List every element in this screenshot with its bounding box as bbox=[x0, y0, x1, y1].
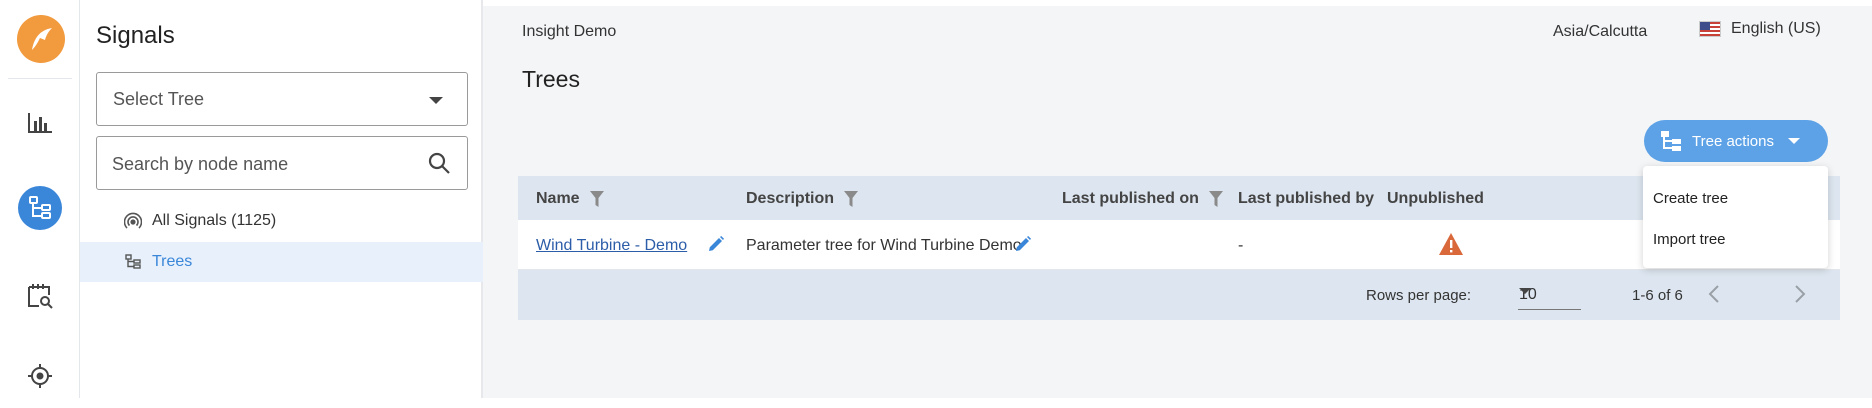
tree-icon bbox=[1660, 130, 1682, 152]
breadcrumb[interactable]: Insight Demo bbox=[522, 23, 616, 41]
column-label: Description bbox=[746, 190, 835, 207]
search-icon[interactable] bbox=[427, 151, 451, 180]
page-title: Trees bbox=[522, 66, 580, 92]
main-content: Insight Demo Asia/Calcutta English (US) … bbox=[483, 6, 1872, 398]
sidebar-item-all-signals[interactable]: All Signals (1125) bbox=[80, 201, 483, 241]
tree-description: Parameter tree for Wind Turbine Demo bbox=[746, 237, 1022, 254]
signal-icon bbox=[124, 212, 142, 230]
chevron-down-icon bbox=[429, 97, 443, 104]
target-icon[interactable] bbox=[18, 354, 62, 398]
column-header-last-published-by[interactable]: Last published by bbox=[1238, 190, 1374, 208]
filter-icon[interactable] bbox=[1208, 191, 1223, 207]
rows-per-page-label: Rows per page: bbox=[1366, 287, 1472, 304]
edit-description-icon[interactable] bbox=[1015, 236, 1031, 257]
column-label: Name bbox=[536, 190, 580, 207]
sidebar-item-trees[interactable]: Trees bbox=[80, 242, 483, 282]
tree-icon[interactable] bbox=[18, 186, 62, 230]
timezone-label[interactable]: Asia/Calcutta bbox=[1553, 23, 1647, 41]
bar-chart-icon[interactable] bbox=[18, 101, 62, 145]
chevron-right-icon[interactable] bbox=[1794, 284, 1806, 309]
column-header-last-published-on[interactable]: Last published on bbox=[1062, 190, 1223, 208]
select-tree-dropdown[interactable]: Select Tree bbox=[96, 72, 468, 126]
calendar-search-icon[interactable] bbox=[18, 274, 62, 318]
column-label: Last published on bbox=[1062, 190, 1199, 207]
sidebar-item-label: All Signals (1125) bbox=[152, 212, 277, 229]
rows-per-page-select[interactable]: 10 bbox=[1518, 280, 1581, 310]
search-node-field[interactable] bbox=[96, 136, 468, 190]
signals-panel: Signals Select Tree All Signals (1125) T… bbox=[80, 0, 483, 398]
sidebar-item-label: Trees bbox=[152, 253, 193, 270]
warning-icon[interactable] bbox=[1438, 232, 1464, 261]
filter-icon[interactable] bbox=[589, 191, 604, 207]
table-pagination: Rows per page: 10 1-6 of 6 bbox=[518, 270, 1840, 320]
chevron-left-icon[interactable] bbox=[1708, 284, 1720, 309]
tree-name-link[interactable]: Wind Turbine - Demo bbox=[536, 237, 687, 255]
table-row[interactable]: Wind Turbine - Demo Parameter tree for W… bbox=[518, 220, 1840, 270]
column-header-description[interactable]: Description bbox=[746, 190, 859, 208]
column-header-name[interactable]: Name bbox=[536, 190, 604, 208]
chevron-down-icon bbox=[1519, 288, 1531, 294]
language-selector[interactable]: English (US) bbox=[1699, 20, 1821, 38]
last-published-by-value: - bbox=[1238, 237, 1244, 254]
menu-item-import-tree[interactable]: Import tree bbox=[1653, 231, 1726, 248]
menu-item-create-tree[interactable]: Create tree bbox=[1653, 190, 1728, 207]
table-header: Name Description Last published on Last … bbox=[518, 176, 1840, 220]
rail-divider bbox=[8, 78, 72, 79]
edit-name-icon[interactable] bbox=[708, 236, 724, 257]
tree-icon bbox=[124, 253, 142, 271]
column-header-unpublished[interactable]: Unpublished bbox=[1387, 190, 1484, 208]
app-logo-icon[interactable] bbox=[17, 15, 65, 63]
search-input[interactable] bbox=[112, 151, 412, 177]
language-label: English (US) bbox=[1731, 20, 1821, 37]
us-flag-icon bbox=[1699, 21, 1721, 37]
left-rail bbox=[0, 0, 80, 398]
tree-actions-label: Tree actions bbox=[1692, 132, 1774, 150]
column-label: Last published by bbox=[1238, 190, 1375, 207]
tree-actions-button[interactable]: Tree actions bbox=[1644, 120, 1828, 162]
panel-title: Signals bbox=[96, 22, 175, 49]
select-tree-label: Select Tree bbox=[113, 89, 205, 109]
tree-actions-menu: Create tree Import tree bbox=[1643, 166, 1828, 268]
filter-icon[interactable] bbox=[844, 191, 859, 207]
column-label: Unpublished bbox=[1387, 190, 1484, 207]
chevron-down-icon bbox=[1787, 138, 1800, 144]
pagination-range: 1-6 of 6 bbox=[1632, 287, 1683, 304]
